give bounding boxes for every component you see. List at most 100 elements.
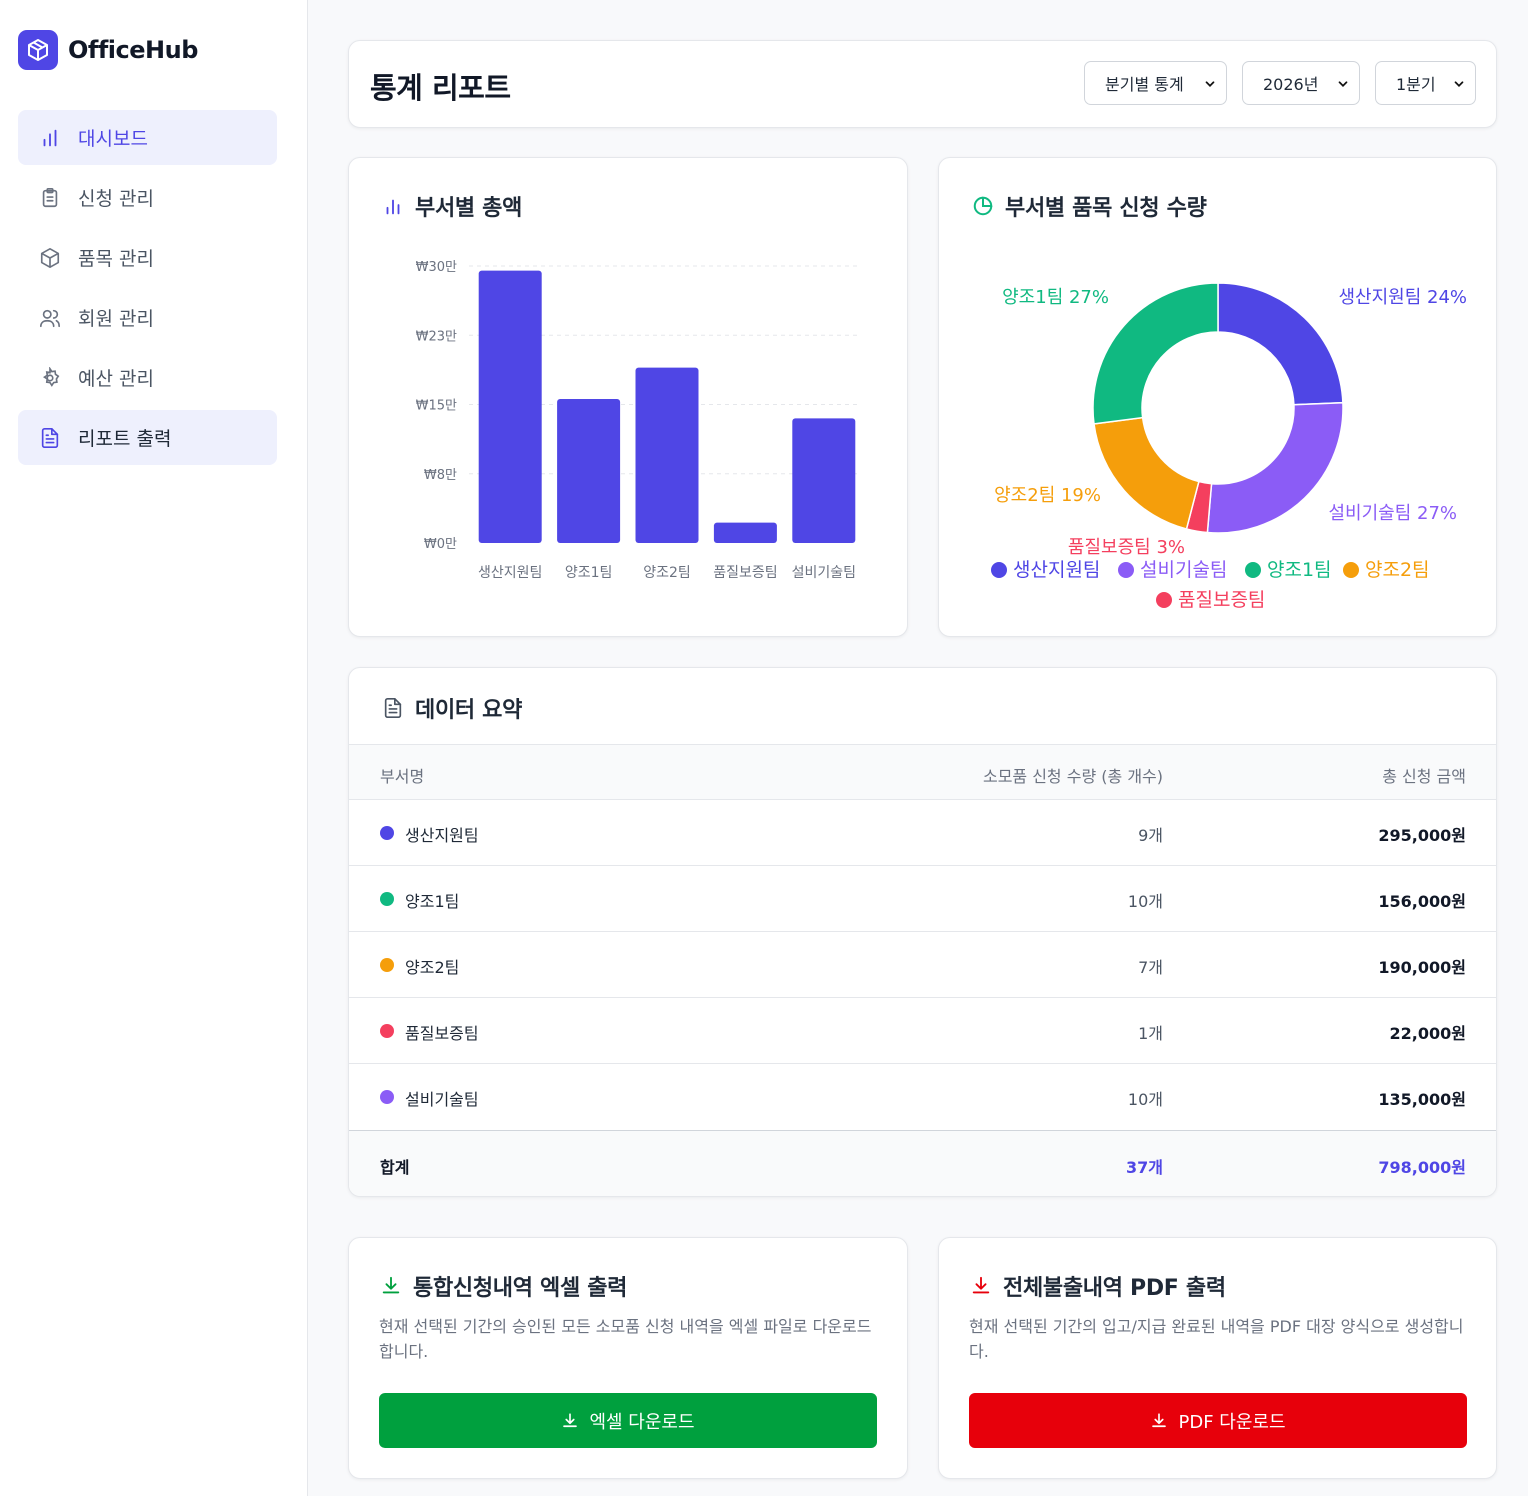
button-label: PDF 다운로드 <box>1178 1411 1286 1433</box>
excel-export-card: 통합신청내역 엑셀 출력 현재 선택된 기간의 승인된 모든 소모품 신청 내역… <box>348 1237 908 1479</box>
legend-marker <box>1245 562 1261 578</box>
column-header-quantity[interactable]: 소모품 신청 수량 (총 개수) <box>983 763 1163 787</box>
bar[interactable] <box>557 398 621 543</box>
department-name: 품질보증팀 <box>405 1024 479 1043</box>
excel-download-button[interactable]: 엑셀 다운로드 <box>379 1393 877 1448</box>
legend-label[interactable]: 양조2팀 <box>1365 559 1430 581</box>
sidebar-item-reports[interactable]: 리포트 출력 <box>18 410 277 465</box>
request-quantity: 1개 <box>1138 1024 1163 1043</box>
total-quantity: 37개 <box>1126 1158 1163 1177</box>
users-icon <box>38 306 62 330</box>
sidebar-item-label: 대시보드 <box>78 128 148 150</box>
quarter-select[interactable]: 1분기 <box>1375 61 1476 105</box>
y-tick-label: ₩8만 <box>424 468 457 483</box>
department-name: 양조1팀 <box>405 892 460 911</box>
total-amount: 798,000원 <box>1378 1158 1466 1177</box>
sidebar-item-label: 회원 관리 <box>78 308 154 330</box>
donut-chart-card: 부서별 품목 신청 수량 생산지원팀 24% 설비기술팀 27% 품질보증팀 3% 양… <box>938 157 1497 637</box>
y-tick-label: ₩23만 <box>416 329 457 344</box>
bar[interactable] <box>635 367 699 543</box>
chevron-down-icon <box>1452 76 1466 95</box>
sidebar-item-label: 리포트 출력 <box>78 428 172 450</box>
sidebar-item-label: 신청 관리 <box>78 188 154 210</box>
sidebar-item-label: 예산 관리 <box>78 368 154 390</box>
bar-chart-card: 부서별 총액 ₩0만 ₩8만 ₩15만 ₩23만 ₩30만 생산지원팀 양조1팀 양조2팀 품질… <box>348 157 908 637</box>
card-title: 통합신청내역 엑셀 출력 <box>379 1270 627 1302</box>
legend-marker <box>1343 562 1359 578</box>
sidebar: OfficeHub 대시보드 신청 관리 품목 관리 회원 관리 예산 관리 리… <box>0 0 308 1496</box>
card-title: 데이터 요약 <box>381 692 522 724</box>
donut-slice[interactable] <box>1093 416 1200 530</box>
sidebar-item-label: 품목 관리 <box>78 248 154 270</box>
slice-label: 설비기술팀 27% <box>1328 503 1457 524</box>
card-title-text: 전체불출내역 PDF 출력 <box>1003 1276 1226 1301</box>
x-tick-label: 생산지원팀 <box>478 565 542 581</box>
bar[interactable] <box>713 522 777 543</box>
page-title: 통계 리포트 <box>370 71 511 105</box>
legend-label[interactable]: 양조1팀 <box>1267 559 1332 581</box>
slice-label: 양조1팀 27% <box>1002 287 1109 308</box>
request-quantity: 7개 <box>1138 958 1163 977</box>
sidebar-nav: 대시보드 신청 관리 품목 관리 회원 관리 예산 관리 리포트 출력 <box>18 110 277 470</box>
sidebar-item-requests[interactable]: 신청 관리 <box>18 170 277 225</box>
sidebar-item-products[interactable]: 품목 관리 <box>18 230 277 285</box>
legend-label[interactable]: 생산지원팀 <box>1013 559 1100 581</box>
bar[interactable] <box>792 418 856 543</box>
file-text-icon <box>38 426 62 450</box>
table-row[interactable]: 품질보증팀 1개 22,000원 <box>349 998 1496 1064</box>
y-tick-label: ₩0만 <box>424 537 457 552</box>
donut-slice[interactable] <box>1217 282 1344 406</box>
summary-table-card: 데이터 요약 부서명 소모품 신청 수량 (총 개수) 총 신청 금액 생산지원… <box>348 667 1497 1197</box>
x-tick-label: 양조2팀 <box>643 565 691 581</box>
donut-slice[interactable] <box>1092 282 1219 425</box>
card-title-text: 데이터 요약 <box>415 698 523 723</box>
request-amount: 156,000원 <box>1378 892 1466 911</box>
chevron-down-icon <box>1336 76 1350 95</box>
request-quantity: 9개 <box>1138 826 1163 845</box>
legend-marker <box>991 562 1007 578</box>
button-label: 엑셀 다운로드 <box>589 1411 695 1433</box>
clipboard-icon <box>38 186 62 210</box>
bar-chart: ₩0만 ₩8만 ₩15만 ₩23만 ₩30만생산지원팀 양조1팀 양조2팀 품질보증팀 설비기술… <box>416 260 861 581</box>
sidebar-item-dashboard[interactable]: 대시보드 <box>18 110 277 165</box>
request-quantity: 10개 <box>1127 892 1163 911</box>
donut-slice[interactable] <box>1206 401 1344 534</box>
legend-label[interactable]: 품질보증팀 <box>1178 589 1265 611</box>
table-row[interactable]: 양조2팀 7개 190,000원 <box>349 932 1496 998</box>
slice-label: 생산지원팀 24% <box>1338 287 1467 308</box>
column-header-amount[interactable]: 총 신청 금액 <box>1382 763 1466 787</box>
table-row[interactable]: 설비기술팀 10개 135,000원 <box>349 1064 1496 1130</box>
department-color-dot <box>380 958 394 972</box>
sidebar-item-budget[interactable]: 예산 관리 <box>18 350 277 405</box>
y-tick-label: ₩15만 <box>416 399 457 414</box>
download-icon <box>1150 1412 1168 1430</box>
column-header-department[interactable]: 부서명 <box>380 763 424 787</box>
table-total-row: 합계 37개 798,000원 <box>349 1130 1496 1196</box>
table-row[interactable]: 생산지원팀 9개 295,000원 <box>349 800 1496 866</box>
select-value: 1분기 <box>1396 75 1436 94</box>
request-amount: 190,000원 <box>1378 958 1466 977</box>
total-label: 합계 <box>380 1158 410 1177</box>
department-color-dot <box>380 826 394 840</box>
chevron-down-icon <box>1203 76 1217 95</box>
year-select[interactable]: 2026년 <box>1242 61 1360 105</box>
bar[interactable] <box>478 270 542 543</box>
x-tick-label: 품질보증팀 <box>713 565 777 581</box>
brand[interactable]: OfficeHub <box>18 30 198 70</box>
box-icon <box>18 30 58 70</box>
pdf-download-button[interactable]: PDF 다운로드 <box>969 1393 1467 1448</box>
header-card: 통계 리포트 분기별 통계 2026년 1분기 <box>348 40 1497 128</box>
y-tick-label: ₩30만 <box>416 260 457 275</box>
card-title: 전체불출내역 PDF 출력 <box>969 1270 1226 1302</box>
card-title-text: 통합신청내역 엑셀 출력 <box>413 1276 628 1301</box>
legend-marker <box>1118 562 1134 578</box>
card-description: 현재 선택된 기간의 승인된 모든 소모품 신청 내역을 엑셀 파일로 다운로드… <box>379 1317 872 1361</box>
legend-label[interactable]: 설비기술팀 <box>1140 559 1227 581</box>
period-type-select[interactable]: 분기별 통계 <box>1084 61 1227 105</box>
sidebar-item-members[interactable]: 회원 관리 <box>18 290 277 345</box>
request-amount: 295,000원 <box>1378 826 1466 845</box>
table-row[interactable]: 양조1팀 10개 156,000원 <box>349 866 1496 932</box>
donut-chart: 생산지원팀 24% 설비기술팀 27% 품질보증팀 3% 양조2팀 19% 양조1팀 2… <box>991 282 1467 611</box>
request-quantity: 10개 <box>1127 1090 1163 1109</box>
select-value: 분기별 통계 <box>1105 75 1184 94</box>
